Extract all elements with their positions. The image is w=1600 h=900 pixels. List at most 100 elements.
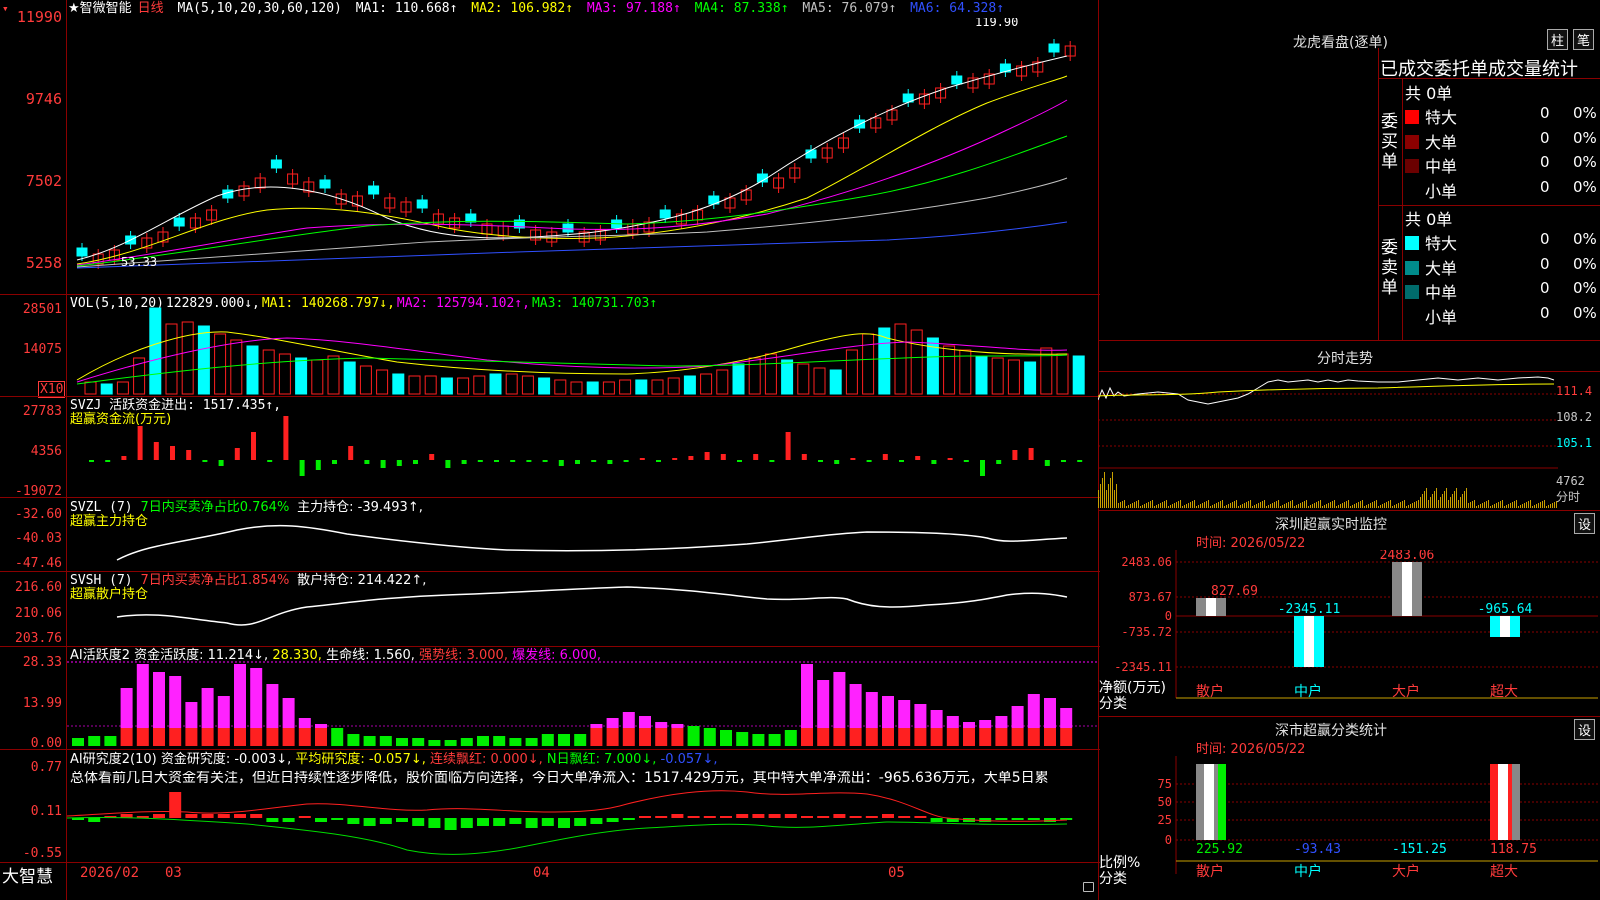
candle-body: [270, 159, 282, 169]
color-swatch-icon: [1405, 236, 1419, 250]
ai2-bar: [153, 814, 165, 818]
sell-orders-label: 委卖单: [1381, 238, 1398, 298]
intraday-volume-bar: [1122, 501, 1123, 508]
svzj-bar: [834, 460, 840, 464]
volume-chart[interactable]: [67, 300, 1098, 396]
stock-title[interactable]: ★智微智能: [68, 1, 132, 16]
ai1-bar-activity: [898, 700, 911, 728]
svzj-bar: [283, 416, 289, 460]
intraday-volume-bar: [1444, 491, 1445, 508]
svzj-bar: [186, 450, 192, 460]
ai1-bar-low: [687, 726, 700, 746]
ma3-line: [76, 99, 1068, 266]
candle-body: [465, 213, 477, 223]
intraday-volume-bar: [1438, 500, 1439, 508]
intraday-volume-bar: [1360, 501, 1361, 508]
svzl-chart[interactable]: [67, 500, 1098, 570]
intraday-volume-bar: [1466, 488, 1467, 508]
volume-bar: [683, 375, 696, 395]
intraday-volume-bar: [1150, 501, 1151, 508]
ma1-value: MA1: 110.668↑: [355, 1, 458, 16]
kline-chart[interactable]: 119.90 53.33: [67, 18, 1098, 294]
intraday-volume-bar: [1252, 506, 1253, 508]
bar-mode-button[interactable]: 柱: [1547, 29, 1569, 50]
volume-bar: [829, 369, 842, 395]
svsh-axis-3: 203.76: [15, 631, 62, 646]
ai2-bar: [914, 816, 927, 818]
ai2-chart[interactable]: [67, 786, 1098, 862]
intraday-chart[interactable]: [1098, 372, 1558, 510]
intraday-volume-bar: [1264, 500, 1265, 508]
intraday-volume-bar: [1508, 504, 1509, 508]
volume-bar: [781, 359, 794, 395]
ai1-bar-base: [995, 728, 1008, 746]
monitor-chart[interactable]: 2483.06 873.67 0 -735.72 -2345.11 827.69 散户 -23…: [1098, 550, 1600, 710]
svzj-bar: [963, 460, 969, 462]
ai2-bar: [169, 792, 182, 818]
intraday-volume-bar: [1106, 490, 1107, 508]
classify-settings-button[interactable]: 设: [1574, 719, 1596, 740]
sell-size-label: 小单: [1425, 307, 1458, 327]
ai2-bar: [801, 816, 813, 818]
volume-bar: [1072, 355, 1085, 395]
ai1-axis-2: 13.99: [22, 696, 62, 711]
intraday-volume-bar: [1136, 501, 1137, 508]
intraday-volume-bar: [1510, 503, 1511, 508]
intraday-volume-bar: [1390, 500, 1391, 508]
intraday-volume-bar: [1522, 504, 1523, 508]
svzj-bar: [720, 454, 726, 460]
tick-mode-button[interactable]: 笔: [1573, 29, 1595, 50]
ai2-bar: [88, 818, 101, 822]
intraday-title[interactable]: 分时走势: [1317, 348, 1373, 368]
svzj-bar: [153, 442, 159, 460]
svzj-bar: [1044, 460, 1050, 466]
svzj-bar: [105, 460, 111, 462]
monitor-bar-highlight: [1304, 616, 1314, 667]
ai2-bar: [558, 818, 570, 828]
ai1-bar-low: [363, 736, 376, 746]
ai1-chart[interactable]: [67, 660, 1098, 748]
volume-bar: [521, 375, 534, 395]
monitor-axis-label: 873.67: [1129, 590, 1172, 604]
intraday-volume-bar: [1486, 501, 1487, 508]
ai2-bar: [995, 818, 1008, 820]
ai1-bar-activity: [995, 716, 1008, 728]
intraday-volume-bar: [1126, 506, 1127, 508]
candle-body: [173, 217, 185, 227]
svzj-bar: [461, 460, 467, 464]
ai2-bar: [849, 816, 862, 818]
monitor-settings-button[interactable]: 设: [1574, 513, 1596, 534]
classify-chart[interactable]: 75 50 25 0 225.92 散户 -93.43 中户 -151.25 大户 118.75 超大: [1098, 756, 1600, 900]
ai1-bar-base: [946, 728, 959, 746]
ai1-bar-activity: [1027, 694, 1040, 728]
intraday-volume-bar: [1138, 500, 1139, 508]
ai1-bar-base: [622, 728, 635, 746]
ai1-bar-activity: [266, 684, 279, 728]
ai1-bar-base: [655, 728, 668, 746]
intraday-volume-bar: [1430, 497, 1431, 508]
lock-icon[interactable]: [1083, 882, 1094, 892]
intraday-volume-bar: [1440, 497, 1441, 508]
svzj-chart[interactable]: [67, 400, 1098, 496]
intraday-volume-bar: [1144, 504, 1145, 508]
ai1-bar-low: [428, 740, 441, 746]
intraday-volume-bar: [1412, 503, 1413, 508]
volume-bar: [1056, 353, 1069, 395]
ai2-bar: [736, 814, 749, 818]
intraday-price-line: [1098, 376, 1555, 405]
volume-bar: [619, 379, 632, 395]
svzj-bar: [526, 460, 532, 462]
ai1-bar-low: [444, 740, 457, 746]
ai1-bar-low: [396, 738, 408, 746]
svzl-axis-1: -32.60: [15, 507, 62, 522]
intraday-volume-bar: [1250, 500, 1251, 508]
intraday-volume-bar: [1158, 504, 1159, 508]
intraday-volume-bar: [1552, 503, 1553, 508]
svsh-chart[interactable]: [67, 573, 1098, 645]
svzj-bar: [591, 460, 597, 462]
intraday-volume-bar: [1124, 500, 1125, 508]
ai1-bar-base: [849, 728, 862, 746]
period-label[interactable]: 日线: [138, 1, 164, 16]
ai1-bar-activity: [590, 724, 603, 728]
intraday-volume-bar: [1520, 505, 1521, 508]
